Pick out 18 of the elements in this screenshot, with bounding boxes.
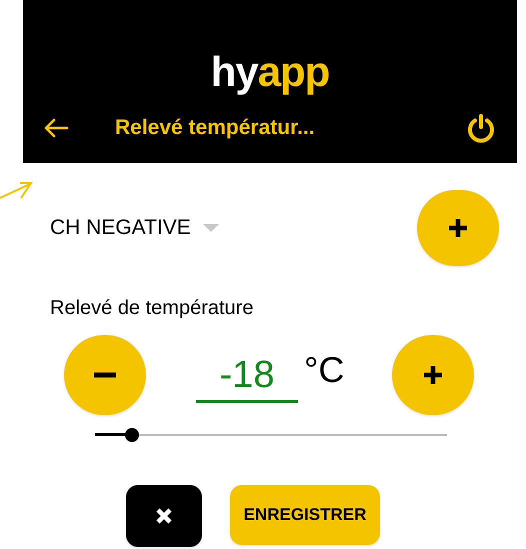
slider-thumb[interactable]	[124, 428, 139, 442]
power-icon[interactable]	[465, 112, 497, 144]
back-arrow-icon[interactable]	[43, 117, 69, 139]
save-button[interactable]: ENREGISTRER	[230, 485, 380, 545]
logo-text: hy	[210, 50, 258, 94]
close-icon	[154, 507, 173, 525]
temperature-field[interactable]: -18	[196, 348, 298, 402]
cancel-button[interactable]	[126, 485, 202, 547]
unit-label: °C	[304, 348, 344, 392]
plus-icon	[447, 217, 469, 239]
page-title: Relevé températur...	[115, 115, 315, 142]
minus-icon	[94, 372, 116, 378]
section-label: Relevé de température	[50, 296, 254, 321]
logo-text: app	[258, 50, 330, 94]
temperature-slider[interactable]	[95, 428, 447, 442]
plus-icon	[422, 364, 444, 386]
equipment-dropdown[interactable]: CH NEGATIVE	[50, 212, 191, 244]
arrow-icon	[0, 181, 34, 201]
